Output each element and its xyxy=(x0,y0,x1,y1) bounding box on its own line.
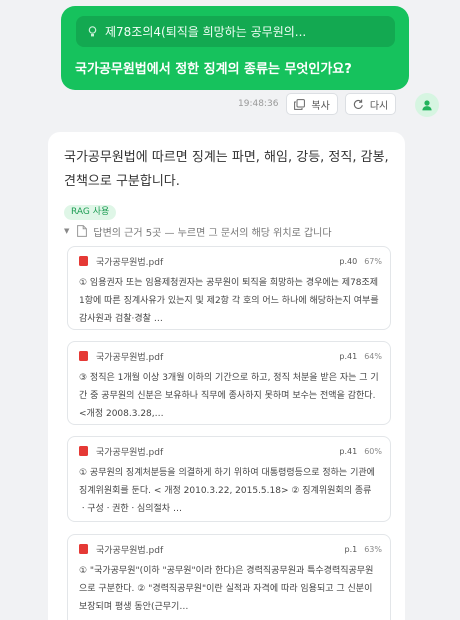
source-card[interactable]: 국가공무원법.pdf p.41 64% ③ 정직은 1개월 이상 3개월 이하의… xyxy=(67,341,391,425)
refresh-icon xyxy=(353,99,364,110)
source-card[interactable]: 국가공무원법.pdf p.1 63% ① "국가공무원"(이하 "공무원"이라 … xyxy=(67,534,391,620)
source-filename: 국가공무원법.pdf xyxy=(96,352,164,363)
rag-badge: RAG 사용 xyxy=(64,205,117,220)
sources-toggle[interactable]: ▼ 답변의 근거 5곳 — 누르면 그 문서의 해당 위치로 갑니다 xyxy=(64,224,332,239)
retry-label: 다시 xyxy=(369,100,389,112)
lightbulb-icon xyxy=(86,25,98,38)
source-score: 63% xyxy=(364,544,382,554)
source-snippet: ① 임용권자 또는 임용제청권자는 공무원이 퇴직을 희망하는 경우에는 제78… xyxy=(79,278,379,324)
user-message-bubble: 제78조의4(퇴직을 희망하는 공무원의... 국가공무원법에서 정한 징계의 … xyxy=(61,6,409,90)
source-score: 64% xyxy=(364,351,382,361)
source-score: 67% xyxy=(364,256,382,266)
source-score: 60% xyxy=(364,446,382,456)
message-timestamp: 19:48:36 xyxy=(238,99,279,109)
retry-button[interactable]: 다시 xyxy=(344,93,397,115)
quoted-context-text: 제78조의4(퇴직을 희망하는 공무원의... xyxy=(105,25,307,39)
source-page: p.40 xyxy=(339,256,358,266)
pdf-file-icon xyxy=(79,351,88,361)
source-filename: 국가공무원법.pdf xyxy=(96,447,164,458)
copy-icon xyxy=(294,98,306,110)
source-snippet: ① 공무원의 징계처분등을 의결하게 하기 위하여 대통령령등으로 정하는 기관… xyxy=(79,468,375,514)
source-card[interactable]: 국가공무원법.pdf p.41 60% ① 공무원의 징계처분등을 의결하게 하… xyxy=(67,436,391,522)
source-snippet: ① "국가공무원"(이하 "공무원"이라 한다)은 경력직공무원과 특수경력직공… xyxy=(79,566,374,612)
source-card[interactable]: 국가공무원법.pdf p.40 67% ① 임용권자 또는 임용제청권자는 공무… xyxy=(67,246,391,330)
pdf-file-icon xyxy=(79,446,88,456)
source-page: p.41 xyxy=(339,351,358,361)
document-icon xyxy=(77,225,88,237)
assistant-message-card: 국가공무원법에 따르면 징계는 파면, 해임, 강등, 정직, 감봉, 견책으로… xyxy=(48,132,405,620)
user-icon xyxy=(421,96,433,115)
source-page: p.41 xyxy=(339,446,358,456)
source-filename: 국가공무원법.pdf xyxy=(96,257,164,268)
message-actions: 19:48:36 복사 다시 xyxy=(238,93,403,115)
sources-header-text: 답변의 근거 5곳 — 누르면 그 문서의 해당 위치로 갑니다 xyxy=(93,227,332,239)
user-message-text: 국가공무원법에서 정한 징계의 종류는 무엇인가요? xyxy=(75,62,352,77)
source-filename: 국가공무원법.pdf xyxy=(96,545,164,556)
pdf-file-icon xyxy=(79,544,88,554)
quoted-context-chip[interactable]: 제78조의4(퇴직을 희망하는 공무원의... xyxy=(76,16,395,47)
source-snippet: ③ 정직은 1개월 이상 3개월 이하의 기간으로 하고, 정직 처분을 받은 … xyxy=(79,373,379,419)
source-page: p.1 xyxy=(344,544,358,554)
copy-button[interactable]: 복사 xyxy=(286,93,338,115)
assistant-answer-text: 국가공무원법에 따르면 징계는 파면, 해임, 강등, 정직, 감봉, 견책으로… xyxy=(64,150,389,189)
avatar[interactable] xyxy=(415,93,439,117)
copy-label: 복사 xyxy=(311,100,330,112)
triangle-down-icon: ▼ xyxy=(64,227,70,235)
pdf-file-icon xyxy=(79,256,88,266)
